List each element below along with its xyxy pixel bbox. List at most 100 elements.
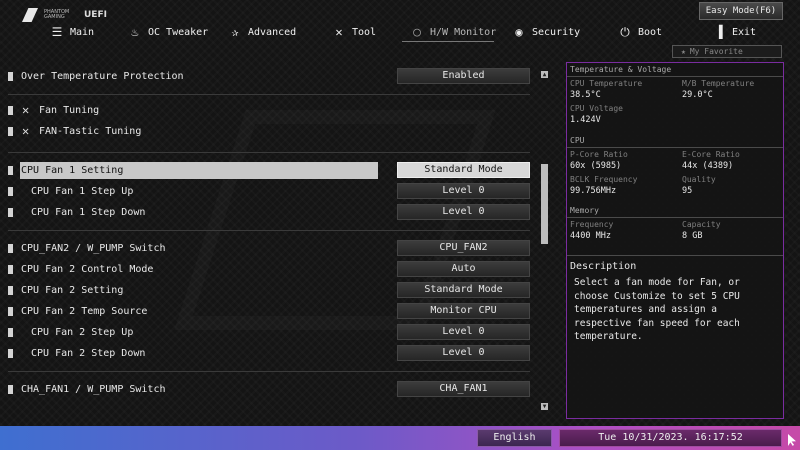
panel-divider: [567, 147, 783, 148]
tab-label: Security: [532, 26, 581, 38]
memory-section-title: Memory: [570, 206, 599, 215]
memory-frequency-label: Frequency: [570, 220, 614, 229]
setting-value-button[interactable]: Enabled: [397, 68, 530, 84]
panel-divider: [567, 255, 783, 256]
description-text: Select a fan mode for Fan, or choose Cus…: [574, 277, 740, 342]
tab-hw-monitor[interactable]: ○ H/W Monitor: [410, 22, 496, 42]
setting-value-button[interactable]: Auto: [397, 261, 530, 277]
tab-label: OC Tweaker: [148, 26, 209, 38]
setting-label: CHA_FAN1 / W_PUMP Switch: [21, 384, 166, 395]
section-divider: [8, 94, 530, 95]
setting-row-cpu-fan-1-step-down[interactable]: CPU Fan 1 Step Down Level 0: [8, 204, 530, 221]
setting-value-button[interactable]: Standard Mode: [397, 282, 530, 298]
menu-item-label: Fan Tuning: [39, 105, 100, 116]
cpu-temperature-value: 38.5°C: [570, 90, 601, 100]
tab-advanced[interactable]: ✰ Advanced: [228, 22, 296, 42]
setting-row-cpu-fan-1-step-up[interactable]: CPU Fan 1 Step Up Level 0: [8, 183, 530, 200]
panel-divider: [567, 217, 783, 218]
setting-label: CPU Fan 2 Temp Source: [21, 306, 148, 317]
mb-temperature-value: 29.0°C: [682, 90, 713, 100]
e-core-ratio-label: E-Core Ratio: [682, 150, 740, 159]
quality-label: Quality: [682, 175, 716, 184]
section-divider: [8, 230, 530, 231]
scroll-up-arrow-icon[interactable]: ▲: [541, 71, 548, 78]
language-button[interactable]: English: [477, 429, 552, 447]
tools-icon: ✕: [335, 25, 343, 39]
phantom-gaming-logo-icon: [22, 8, 38, 22]
logo-text: PHANTOM GAMING: [44, 9, 70, 20]
my-favorite-label: My Favorite: [689, 47, 743, 56]
memory-frequency-value: 4400 MHz: [570, 231, 611, 241]
tab-security[interactable]: ◉ Security: [512, 22, 580, 42]
setting-label: CPU Fan 2 Step Up: [31, 327, 134, 338]
bclk-frequency-value: 99.756MHz: [570, 186, 617, 196]
tab-main[interactable]: ☰ Main: [50, 22, 94, 42]
tools-icon: ✕: [22, 124, 30, 138]
setting-row-cpu-fan-1-setting[interactable]: CPU Fan 1 Setting Standard Mode: [8, 162, 530, 179]
setting-row-cpu-fan-2-step-up[interactable]: CPU Fan 2 Step Up Level 0: [8, 324, 530, 341]
active-tab-underline: [402, 41, 494, 42]
quality-value: 95: [682, 186, 693, 196]
bottom-status-bar: English Tue 10/31/2023. 16:17:52: [0, 426, 800, 450]
setting-value-button[interactable]: Standard Mode: [397, 162, 530, 178]
my-favorite-button[interactable]: ★ My Favorite: [672, 45, 782, 58]
flame-icon: ♨: [131, 25, 139, 39]
tab-label: Exit: [732, 26, 757, 38]
memory-capacity-value: 8 GB: [682, 231, 703, 241]
row-bullet: [8, 385, 13, 394]
setting-label: CPU Fan 2 Control Mode: [21, 264, 154, 275]
setting-row-over-temperature-protection[interactable]: Over Temperature Protection Enabled: [8, 68, 530, 85]
setting-row-cpu-fan-2-temp-source[interactable]: CPU Fan 2 Temp Source Monitor CPU: [8, 303, 530, 320]
p-core-ratio-label: P-Core Ratio: [570, 150, 628, 159]
tab-label: Advanced: [248, 26, 297, 38]
setting-value-button[interactable]: Monitor CPU: [397, 303, 530, 319]
bclk-frequency-label: BCLK Frequency: [570, 175, 638, 184]
row-bullet: [8, 328, 13, 337]
cpu-temperature-label: CPU Temperature: [570, 79, 643, 88]
uefi-label: UEFI: [84, 10, 107, 20]
tab-label: Main: [70, 26, 95, 38]
setting-value-button[interactable]: Level 0: [397, 183, 530, 199]
p-core-ratio-value: 60x (5985): [570, 161, 622, 171]
main-tab-bar: ☰ Main ♨ OC Tweaker ✰ Advanced ✕ Tool ○ …: [0, 22, 800, 42]
menu-item-fan-tuning[interactable]: ✕ Fan Tuning: [8, 102, 530, 119]
setting-row-cpu-fan2-w-pump-switch[interactable]: CPU_FAN2 / W_PUMP Switch CPU_FAN2: [8, 240, 530, 257]
setting-value-button[interactable]: Level 0: [397, 345, 530, 361]
date-time-display[interactable]: Tue 10/31/2023. 16:17:52: [559, 429, 782, 447]
scroll-down-arrow-icon[interactable]: ▼: [541, 403, 548, 410]
menu-item-fan-tastic-tuning[interactable]: ✕ FAN-Tastic Tuning: [8, 123, 530, 140]
setting-label: Over Temperature Protection: [21, 71, 184, 82]
cpu-section-title: CPU: [570, 136, 585, 145]
row-bullet: [8, 244, 13, 253]
tab-label: Boot: [638, 26, 663, 38]
setting-row-cpu-fan-2-step-down[interactable]: CPU Fan 2 Step Down Level 0: [8, 345, 530, 362]
tools-icon: ✕: [22, 103, 30, 117]
row-bullet: [8, 72, 13, 81]
star-icon: ★: [681, 47, 686, 56]
setting-row-cpu-fan-2-control-mode[interactable]: CPU Fan 2 Control Mode Auto: [8, 261, 530, 278]
setting-label: CPU_FAN2 / W_PUMP Switch: [21, 243, 166, 254]
tab-tool[interactable]: ✕ Tool: [332, 22, 376, 42]
tab-boot[interactable]: ⏻ Boot: [618, 22, 662, 42]
easy-mode-button[interactable]: Easy Mode(F6): [699, 2, 783, 20]
star-icon: ✰: [231, 25, 239, 39]
setting-value-button[interactable]: CPU_FAN2: [397, 240, 530, 256]
setting-value-button[interactable]: CHA_FAN1: [397, 381, 530, 397]
setting-label: CPU Fan 1 Step Down: [31, 207, 146, 218]
setting-label: CPU Fan 2 Setting: [21, 285, 124, 296]
setting-row-cpu-fan-2-setting[interactable]: CPU Fan 2 Setting Standard Mode: [8, 282, 530, 299]
setting-value-button[interactable]: Level 0: [397, 204, 530, 220]
row-bullet: [8, 349, 13, 358]
tab-exit[interactable]: ▐ Exit: [712, 22, 756, 42]
tab-label: H/W Monitor: [430, 26, 497, 38]
cpu-voltage-label: CPU Voltage: [570, 104, 623, 113]
tab-label: Tool: [352, 26, 377, 38]
setting-row-cha-fan1-w-pump-switch[interactable]: CHA_FAN1 / W_PUMP Switch CHA_FAN1: [8, 381, 530, 398]
panel-divider: [567, 76, 783, 77]
setting-value-button[interactable]: Level 0: [397, 324, 530, 340]
shield-icon: ◉: [515, 25, 523, 39]
e-core-ratio-value: 44x (4389): [682, 161, 734, 171]
section-divider: [8, 371, 530, 372]
tab-oc-tweaker[interactable]: ♨ OC Tweaker: [128, 22, 208, 42]
scrollbar-thumb[interactable]: [541, 164, 548, 244]
